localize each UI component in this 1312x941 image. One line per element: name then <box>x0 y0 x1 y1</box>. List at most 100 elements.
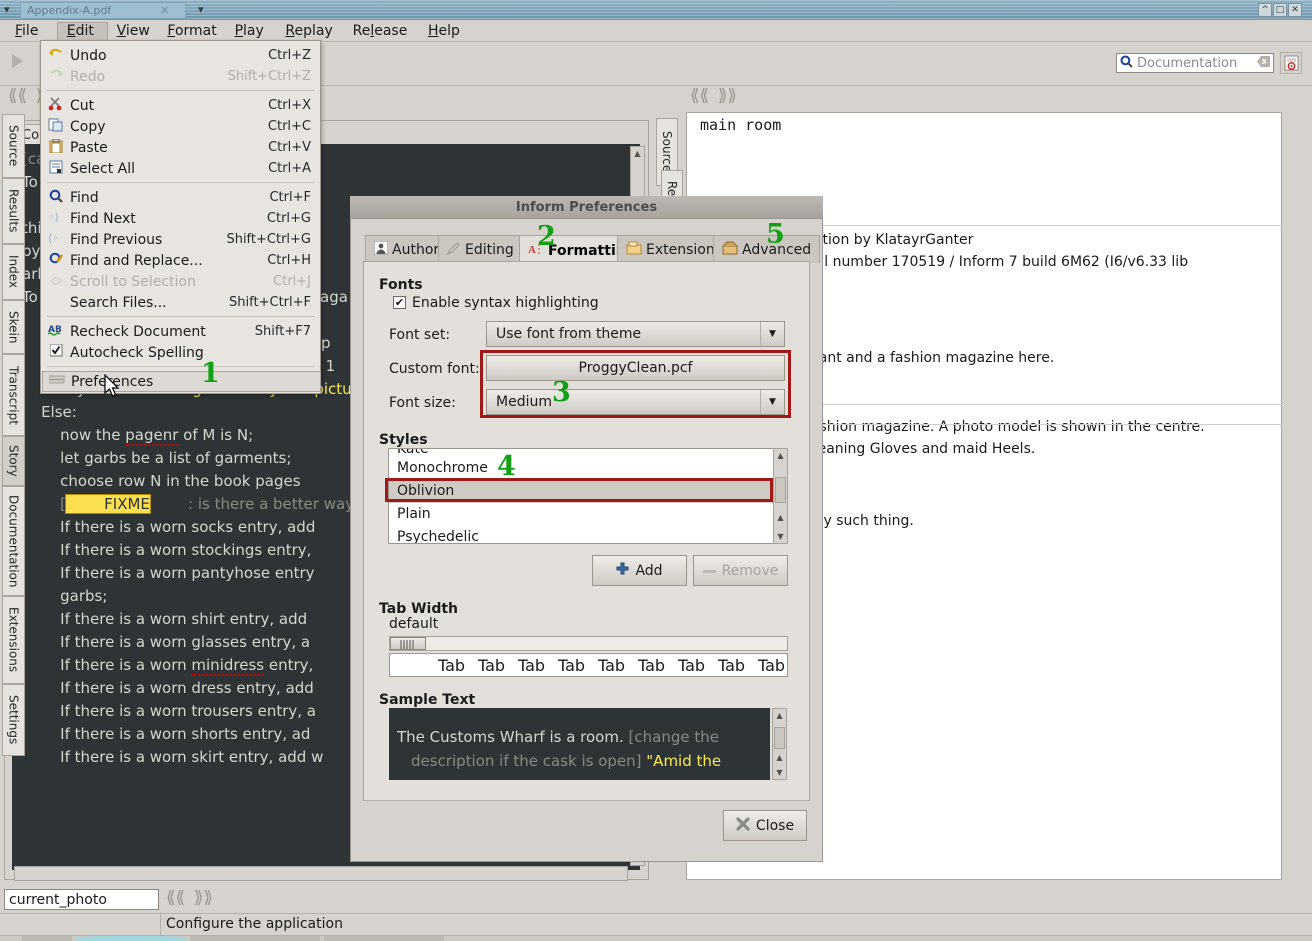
font-set-dropdown[interactable]: Use font from theme ▼ <box>486 321 785 347</box>
menu-play[interactable]: Play <box>226 22 277 41</box>
doc-back-icon[interactable]: ⟪⟪ <box>690 86 709 106</box>
menu-view[interactable]: View <box>108 22 159 41</box>
styles-scroll-up-icon-2[interactable]: ▲ <box>774 511 787 524</box>
status-divider <box>160 914 161 936</box>
titlebar-stripes <box>0 0 1312 20</box>
nav-previous-icon[interactable]: ⟪⟪ <box>166 888 185 908</box>
vtab-skein[interactable]: Skein <box>2 300 25 354</box>
styles-scroll-thumb[interactable] <box>775 477 786 503</box>
window-minimize-button[interactable]: ^ <box>1258 3 1272 17</box>
documentation-icon[interactable] <box>1280 52 1302 74</box>
nav-next-icon[interactable]: ⟫⟫ <box>194 888 213 908</box>
menu-item-autocheck-spelling[interactable]: Autocheck Spelling <box>42 342 321 363</box>
menu-item-search-files[interactable]: Search Files... Shift+Ctrl+F <box>42 292 321 313</box>
menu-item-accelerator: Shift+Ctrl+F <box>229 295 311 310</box>
sample-line-1: description if the cask is open] "Amid t… <box>411 752 722 770</box>
sample-scroll-up-icon-2[interactable]: ▲ <box>773 751 786 764</box>
menu-file[interactable]: File <box>6 22 57 41</box>
edit-menu-dropdown: Undo Ctrl+Z Redo Shift+Ctrl+Z Cut Ctrl+X Copy C… <box>40 40 321 394</box>
menu-item-accelerator: Ctrl+Z <box>268 48 311 63</box>
menu-item-copy[interactable]: Copy Ctrl+C <box>42 116 321 137</box>
vtab-documentation[interactable]: Documentation <box>2 486 25 596</box>
menu-item-label: Paste <box>70 139 108 156</box>
menu-item-cut[interactable]: Cut Ctrl+X <box>42 95 321 116</box>
chevron-down-icon[interactable]: ▼ <box>760 322 784 346</box>
tab-author[interactable]: Author <box>365 235 449 263</box>
taskbar-item-2[interactable] <box>76 936 186 941</box>
taskbar-item-1[interactable] <box>22 936 72 941</box>
vtab-story[interactable]: Story <box>2 436 25 486</box>
styles-scroll-down-icon[interactable]: ▼ <box>774 530 787 543</box>
syntax-highlight-checkbox[interactable]: ✔ <box>393 296 406 309</box>
menu-item-accelerator: Ctrl+J <box>273 274 311 289</box>
scroll-up-icon[interactable]: ▲ <box>631 147 644 160</box>
style-item-psychedelic[interactable]: Psychedelic <box>389 526 775 543</box>
vtab-transcript[interactable]: Transcript <box>2 354 25 436</box>
tab-editing[interactable]: Editing <box>438 235 523 263</box>
taskbar-item-3[interactable] <box>190 936 320 941</box>
menu-item-find[interactable]: Find Ctrl+F <box>42 187 321 208</box>
background-window-titlebar <box>0 0 1312 20</box>
close-button[interactable]: Close <box>723 810 807 841</box>
vtab-results[interactable]: Results <box>2 178 25 244</box>
menu-separator <box>47 366 315 367</box>
menubar: File Edit View Format Play Replay Release Help <box>0 20 1312 42</box>
menu-item-label: Undo <box>70 47 107 64</box>
menu-replay[interactable]: Replay <box>276 22 343 41</box>
menu-item-undo[interactable]: Undo Ctrl+Z <box>42 45 321 66</box>
menu-format[interactable]: Format <box>158 22 225 41</box>
style-item-plain[interactable]: Plain <box>389 503 775 526</box>
add-style-button[interactable]: Add <box>592 555 687 586</box>
menu-item-find-and-replace[interactable]: Find and Replace... Ctrl+H <box>42 250 321 271</box>
window-close-button[interactable]: ✕ <box>1288 3 1302 17</box>
background-tab-close-icon[interactable]: ✕ <box>160 4 169 17</box>
vtab-settings[interactable]: Settings <box>2 684 25 756</box>
vtab-index-label: Index <box>6 255 21 289</box>
recheck-icon: AB <box>42 323 70 341</box>
menu-item-accelerator: Ctrl+G <box>266 211 311 226</box>
menu-item-paste[interactable]: Paste Ctrl+V <box>42 137 321 158</box>
window-menu-chevron-mid[interactable]: ▾ <box>198 3 204 16</box>
sample-scroll-down-icon[interactable]: ▼ <box>773 766 786 779</box>
style-item-monochrome[interactable]: Monochrome <box>389 457 775 480</box>
editor-back-icon[interactable]: ⟪⟪ <box>8 86 27 106</box>
sample-scrollbar[interactable]: ▲ ▲ ▼ <box>772 708 787 780</box>
menu-edit[interactable]: Edit <box>56 22 108 41</box>
menu-item-accelerator: Shift+Ctrl+G <box>226 232 311 247</box>
undo-icon <box>42 47 70 64</box>
tab-extensions-label: Extensions <box>646 241 723 258</box>
tab-width-slider-thumb[interactable] <box>390 637 426 650</box>
styles-scroll-up-icon[interactable]: ▲ <box>774 449 787 462</box>
sample-scroll-thumb[interactable] <box>774 727 785 749</box>
vtab-extensions[interactable]: Extensions <box>2 596 25 684</box>
menu-release[interactable]: Release <box>344 22 419 41</box>
menu-item-label: Cut <box>70 97 95 114</box>
taskbar-item-4[interactable] <box>324 936 444 941</box>
clear-icon[interactable] <box>1257 55 1270 71</box>
editor-hscroll-thumb[interactable] <box>17 868 317 879</box>
menu-help[interactable]: Help <box>419 22 470 41</box>
tab-width-slider[interactable] <box>389 636 788 651</box>
font-size-label: Font size: <box>389 395 456 411</box>
search-field[interactable]: current_photo <box>4 889 159 910</box>
window-menu-chevron-left[interactable]: ▾ <box>4 3 10 16</box>
panel-tab-strip <box>1285 112 1312 880</box>
styles-scrollbar[interactable]: ▲ ▲ ▼ <box>773 448 788 544</box>
vtab-results-label: Results <box>6 189 21 233</box>
vtab-source[interactable]: Source <box>2 114 25 178</box>
menu-item-select-all[interactable]: Select All Ctrl+A <box>42 158 321 179</box>
custom-font-label: Custom font: <box>389 361 480 377</box>
paste-icon <box>42 138 70 157</box>
sample-scroll-up-icon[interactable]: ▲ <box>773 709 786 722</box>
editor-horizontal-scrollbar[interactable] <box>14 866 628 881</box>
vtab-index[interactable]: Index <box>2 244 25 300</box>
doc-forward-icon[interactable]: ⟫⟫ <box>718 86 737 106</box>
menu-item-find-next[interactable]: ◦⟩ Find Next Ctrl+G <box>42 208 321 229</box>
play-icon[interactable] <box>12 54 23 68</box>
menu-item-preferences[interactable]: Preferences <box>42 371 321 392</box>
background-tab-label: Appendix-A.pdf <box>27 4 112 17</box>
menu-item-find-previous[interactable]: ⟨◦ Find Previous Shift+Ctrl+G <box>42 229 321 250</box>
menu-item-recheck-document[interactable]: AB Recheck Document Shift+F7 <box>42 321 321 342</box>
documentation-search-input[interactable]: Documentation <box>1116 53 1274 73</box>
window-maximize-button[interactable]: □ <box>1273 3 1287 17</box>
